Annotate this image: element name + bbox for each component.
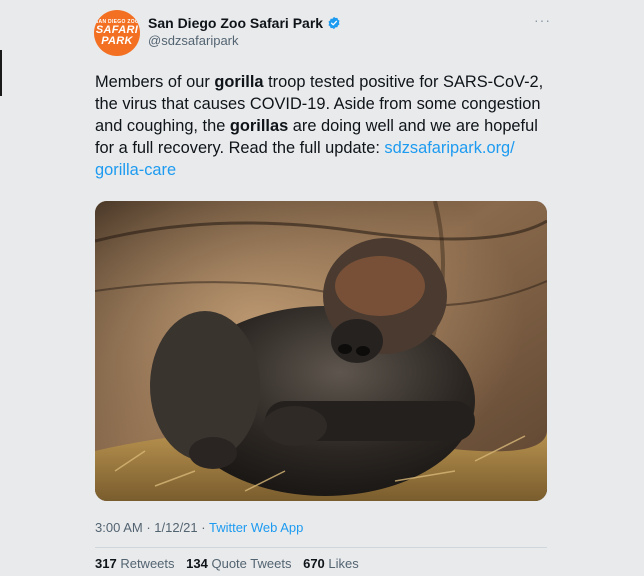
gorilla-image-icon [95, 201, 547, 501]
tweet-meta: 3:00 AM · 1/12/21 · Twitter Web App [95, 520, 303, 535]
author-name-row[interactable]: San Diego Zoo Safari Park [148, 15, 341, 31]
tweet-text: Members of our gorilla troop tested posi… [95, 71, 545, 181]
more-options-button[interactable]: ··· [534, 12, 551, 28]
retweets-count: 317 [95, 556, 117, 571]
quote-tweets-label: Quote Tweets [211, 556, 292, 571]
likes-count: 670 [303, 556, 325, 571]
likes-stat[interactable]: 670 Likes [303, 556, 359, 571]
meta-separator: · [142, 520, 155, 535]
verified-badge-icon [328, 16, 340, 30]
likes-label: Likes [328, 556, 359, 571]
tweet-stats: 317 Retweets 134 Quote Tweets 670 Likes [95, 556, 367, 571]
tweet-text-bold: gorillas [229, 117, 289, 135]
tweet-time[interactable]: 3:00 AM [95, 520, 143, 535]
tweet-source[interactable]: Twitter Web App [209, 520, 303, 535]
tweet-text-part: Members of our [95, 73, 215, 91]
quote-tweets-stat[interactable]: 134 Quote Tweets [186, 556, 291, 571]
avatar[interactable]: SAN DIEGO ZOO SAFARI PARK [94, 10, 140, 56]
author-name[interactable]: San Diego Zoo Safari Park [148, 15, 323, 31]
retweets-label: Retweets [120, 556, 175, 571]
gorilla-photo[interactable] [95, 201, 547, 501]
meta-separator: · [197, 520, 209, 535]
author-handle[interactable]: @sdzsafaripark [148, 33, 239, 48]
tweet: SAN DIEGO ZOO SAFARI PARK San Diego Zoo … [0, 0, 644, 576]
tweet-date[interactable]: 1/12/21 [154, 520, 197, 535]
tweet-text-bold: gorilla [214, 73, 264, 91]
retweets-stat[interactable]: 317 Retweets [95, 556, 175, 571]
divider [95, 547, 547, 548]
avatar-logo-line2: PARK [101, 35, 133, 47]
quote-tweets-count: 134 [186, 556, 208, 571]
